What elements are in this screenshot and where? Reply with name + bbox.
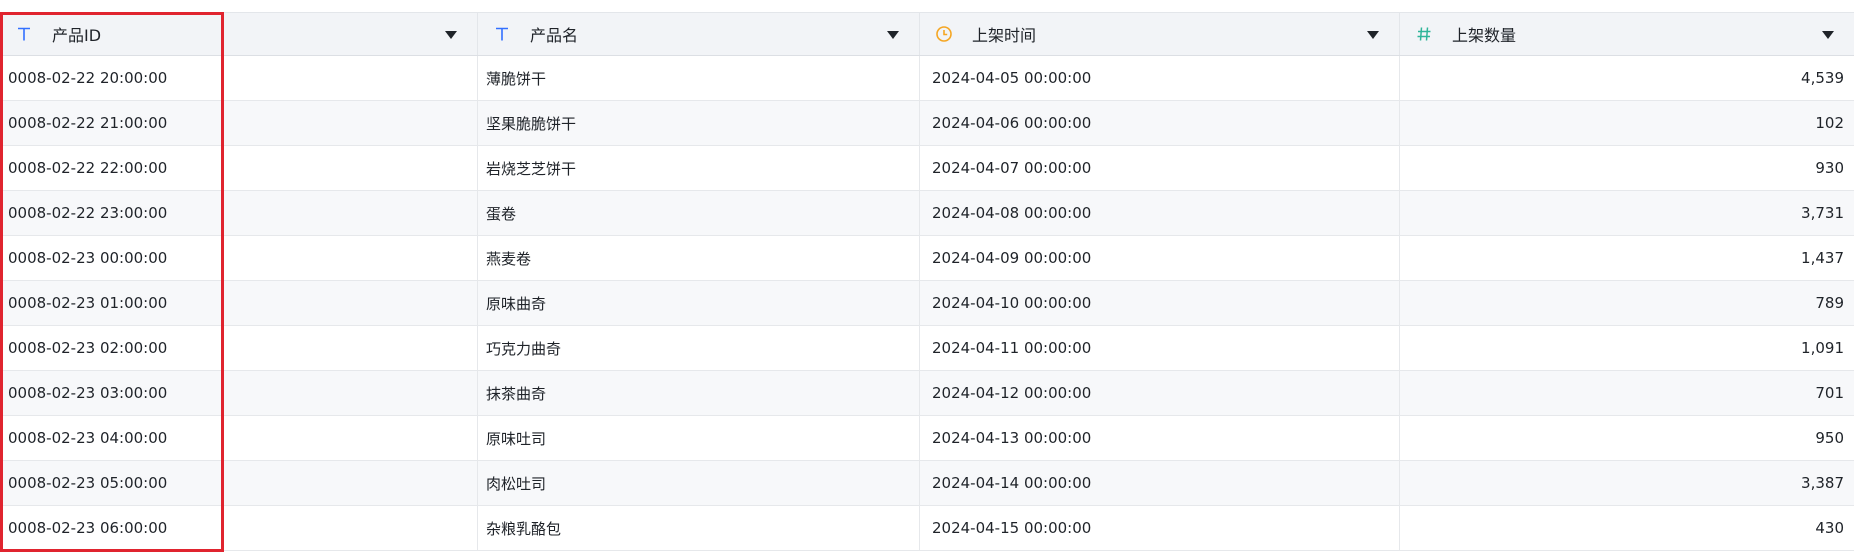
cell-product-name[interactable]: 原味曲奇: [478, 281, 920, 325]
cell-listing-time[interactable]: 2024-04-09 00:00:00: [920, 236, 1400, 280]
cell-listing-quantity[interactable]: 1,437: [1400, 236, 1854, 280]
table-row[interactable]: 0008-02-23 02:00:00 巧克力曲奇 2024-04-11 00:00…: [0, 326, 1854, 371]
table-row[interactable]: 0008-02-23 05:00:00 肉松吐司 2024-04-14 00:00:…: [0, 461, 1854, 506]
column-label: 产品名: [530, 26, 579, 45]
cell-product-name[interactable]: 薄脆饼干: [478, 56, 920, 100]
cell-product-id[interactable]: 0008-02-23 02:00:00: [0, 326, 478, 370]
cell-listing-quantity[interactable]: 950: [1400, 416, 1854, 460]
table-row[interactable]: 0008-02-23 04:00:00 原味吐司 2024-04-13 00:00:…: [0, 416, 1854, 461]
column-header-product-name[interactable]: 产品名: [478, 13, 920, 55]
cell-product-name[interactable]: 原味吐司: [478, 416, 920, 460]
clock-icon: [934, 24, 954, 44]
table-row[interactable]: 0008-02-22 23:00:00 蛋卷 2024-04-08 00:00:00…: [0, 191, 1854, 236]
cell-product-name[interactable]: 杂粮乳酪包: [478, 506, 920, 550]
dropdown-caret-icon[interactable]: [887, 31, 899, 39]
column-header-listing-time[interactable]: 上架时间: [920, 13, 1400, 55]
cell-product-id[interactable]: 0008-02-22 20:00:00: [0, 56, 478, 100]
cell-listing-quantity[interactable]: 789: [1400, 281, 1854, 325]
dropdown-caret-icon[interactable]: [1367, 31, 1379, 39]
cell-product-name[interactable]: 巧克力曲奇: [478, 326, 920, 370]
cell-product-name[interactable]: 岩烧芝芝饼干: [478, 146, 920, 190]
table-row[interactable]: 0008-02-22 21:00:00 坚果脆脆饼干 2024-04-06 00:0…: [0, 101, 1854, 146]
text-type-icon: [14, 24, 34, 44]
data-table: 产品ID 产品名 上架时间 上架数量 0008-02-22 20:00:00 薄脆…: [0, 12, 1854, 551]
dropdown-caret-icon[interactable]: [1822, 31, 1834, 39]
cell-product-id[interactable]: 0008-02-23 04:00:00: [0, 416, 478, 460]
cell-listing-time[interactable]: 2024-04-08 00:00:00: [920, 191, 1400, 235]
cell-listing-time[interactable]: 2024-04-05 00:00:00: [920, 56, 1400, 100]
cell-product-id[interactable]: 0008-02-23 06:00:00: [0, 506, 478, 550]
cell-product-id[interactable]: 0008-02-22 21:00:00: [0, 101, 478, 145]
table-row[interactable]: 0008-02-22 22:00:00 岩烧芝芝饼干 2024-04-07 00:0…: [0, 146, 1854, 191]
cell-product-name[interactable]: 蛋卷: [478, 191, 920, 235]
column-header-listing-quantity[interactable]: 上架数量: [1400, 13, 1854, 55]
cell-listing-time[interactable]: 2024-04-15 00:00:00: [920, 506, 1400, 550]
cell-product-id[interactable]: 0008-02-23 01:00:00: [0, 281, 478, 325]
cell-listing-quantity[interactable]: 430: [1400, 506, 1854, 550]
table-header: 产品ID 产品名 上架时间 上架数量: [0, 12, 1854, 56]
table-row[interactable]: 0008-02-23 00:00:00 燕麦卷 2024-04-09 00:00:0…: [0, 236, 1854, 281]
cell-product-name[interactable]: 抹茶曲奇: [478, 371, 920, 415]
table-row[interactable]: 0008-02-22 20:00:00 薄脆饼干 2024-04-05 00:00:…: [0, 56, 1854, 101]
cell-listing-quantity[interactable]: 102: [1400, 101, 1854, 145]
cell-product-name[interactable]: 燕麦卷: [478, 236, 920, 280]
column-label: 产品ID: [52, 26, 102, 45]
cell-product-name[interactable]: 坚果脆脆饼干: [478, 101, 920, 145]
number-hash-icon: [1414, 24, 1434, 44]
dropdown-caret-icon[interactable]: [445, 31, 457, 39]
cell-listing-quantity[interactable]: 4,539: [1400, 56, 1854, 100]
cell-listing-time[interactable]: 2024-04-14 00:00:00: [920, 461, 1400, 505]
cell-listing-time[interactable]: 2024-04-11 00:00:00: [920, 326, 1400, 370]
table-body: 0008-02-22 20:00:00 薄脆饼干 2024-04-05 00:00:…: [0, 56, 1854, 551]
cell-listing-time[interactable]: 2024-04-07 00:00:00: [920, 146, 1400, 190]
cell-listing-time[interactable]: 2024-04-12 00:00:00: [920, 371, 1400, 415]
cell-listing-quantity[interactable]: 701: [1400, 371, 1854, 415]
cell-product-id[interactable]: 0008-02-23 03:00:00: [0, 371, 478, 415]
cell-product-name[interactable]: 肉松吐司: [478, 461, 920, 505]
cell-product-id[interactable]: 0008-02-22 22:00:00: [0, 146, 478, 190]
cell-product-id[interactable]: 0008-02-23 05:00:00: [0, 461, 478, 505]
cell-listing-quantity[interactable]: 3,731: [1400, 191, 1854, 235]
cell-listing-time[interactable]: 2024-04-13 00:00:00: [920, 416, 1400, 460]
cell-listing-quantity[interactable]: 3,387: [1400, 461, 1854, 505]
table-row[interactable]: 0008-02-23 03:00:00 抹茶曲奇 2024-04-12 00:00:…: [0, 371, 1854, 416]
cell-listing-time[interactable]: 2024-04-10 00:00:00: [920, 281, 1400, 325]
cell-listing-quantity[interactable]: 930: [1400, 146, 1854, 190]
cell-listing-quantity[interactable]: 1,091: [1400, 326, 1854, 370]
column-label: 上架时间: [972, 26, 1037, 45]
column-header-product-id[interactable]: 产品ID: [0, 13, 478, 55]
cell-listing-time[interactable]: 2024-04-06 00:00:00: [920, 101, 1400, 145]
table-row[interactable]: 0008-02-23 01:00:00 原味曲奇 2024-04-10 00:00:…: [0, 281, 1854, 326]
table-row[interactable]: 0008-02-23 06:00:00 杂粮乳酪包 2024-04-15 00:00…: [0, 506, 1854, 551]
cell-product-id[interactable]: 0008-02-23 00:00:00: [0, 236, 478, 280]
text-type-icon: [492, 24, 512, 44]
cell-product-id[interactable]: 0008-02-22 23:00:00: [0, 191, 478, 235]
column-label: 上架数量: [1452, 26, 1517, 45]
